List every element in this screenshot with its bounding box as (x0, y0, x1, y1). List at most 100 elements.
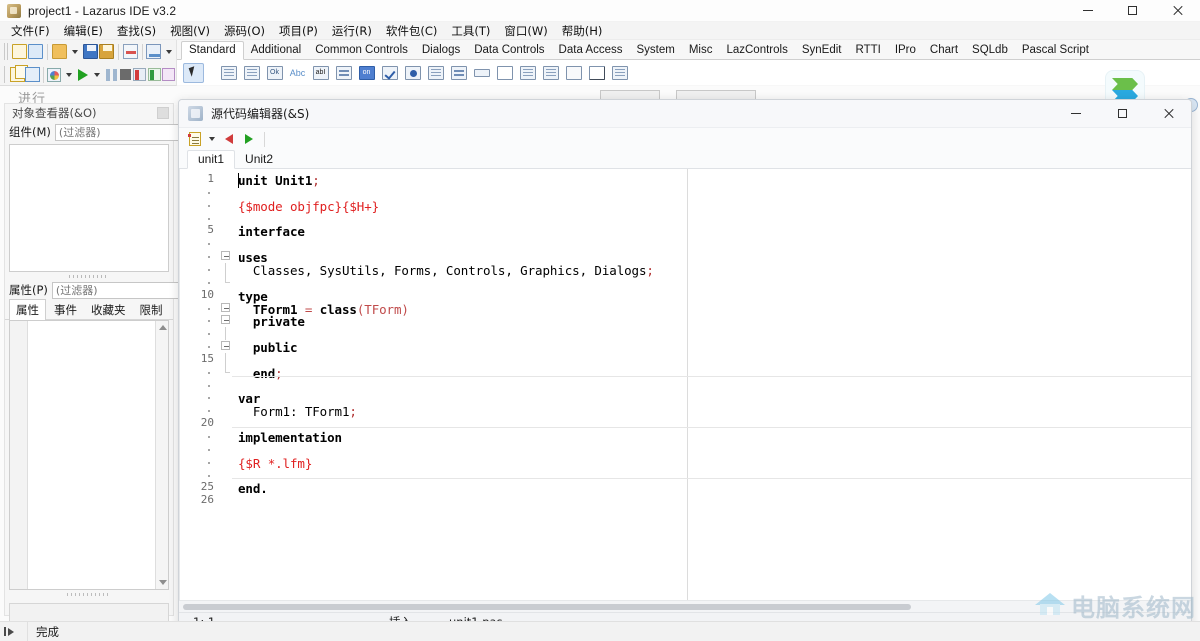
code-line[interactable]: end. (238, 481, 268, 496)
build-button[interactable] (47, 65, 61, 85)
editor-horizontal-scrollbar[interactable] (179, 600, 1191, 612)
menu-window[interactable]: 窗口(W) (497, 21, 554, 41)
scroll-up-icon[interactable] (159, 325, 167, 330)
menu-package[interactable]: 软件包(C) (379, 21, 445, 41)
stop-button[interactable] (118, 65, 132, 85)
scrollbar-thumb[interactable] (183, 604, 911, 610)
palette-tedit[interactable]: abI (310, 63, 331, 83)
source-editor-minimize-button[interactable] (1053, 100, 1099, 128)
palette-tactionlist[interactable] (609, 63, 630, 83)
code-line[interactable]: unit Unit1; (238, 173, 320, 188)
palette-tframe[interactable] (586, 63, 607, 83)
palette-tab-misc[interactable]: Misc (682, 42, 720, 59)
save-all-button[interactable] (98, 42, 115, 62)
component-tree-list[interactable] (9, 144, 169, 272)
palette-tmainmenu[interactable] (218, 63, 239, 83)
palette-pointer-tool[interactable] (183, 63, 204, 83)
palette-tab-data-controls[interactable]: Data Controls (467, 42, 551, 59)
maximize-button[interactable] (1110, 0, 1155, 22)
build-dropdown-icon[interactable] (66, 73, 72, 77)
new-form-button[interactable] (28, 42, 45, 62)
property-grid[interactable] (9, 320, 169, 590)
oi-tab-restricted[interactable]: 限制 (134, 300, 169, 320)
menu-edit[interactable]: 编辑(E) (57, 21, 110, 41)
step-into-button[interactable] (133, 65, 147, 85)
run-button[interactable] (76, 65, 90, 85)
bookmarks-button[interactable] (185, 130, 205, 149)
code-line[interactable]: Classes, SysUtils, Forms, Controls, Grap… (238, 263, 654, 278)
palette-tab-ipro[interactable]: IPro (888, 42, 923, 59)
open-dropdown-icon[interactable] (72, 50, 78, 54)
run-dropdown-icon[interactable] (94, 73, 100, 77)
menu-help[interactable]: 帮助(H) (555, 21, 610, 41)
code-line[interactable]: {$R *.lfm} (238, 456, 312, 471)
code-text-area[interactable]: unit Unit1;{$mode objfpc}{$H+}interfaceu… (232, 169, 1191, 600)
jump-back-button[interactable] (219, 130, 239, 149)
palette-tlabel[interactable]: Abc (287, 63, 308, 83)
property-grid-scrollbar[interactable] (155, 321, 168, 589)
palette-tab-rtti[interactable]: RTTI (848, 42, 887, 59)
palette-tradiobutton[interactable] (402, 63, 423, 83)
source-editor-close-button[interactable] (1145, 100, 1191, 128)
menu-run[interactable]: 运行(R) (325, 21, 379, 41)
code-folding-gutter[interactable] (218, 169, 232, 600)
palette-tcombobox[interactable] (448, 63, 469, 83)
palette-tab-synedit[interactable]: SynEdit (795, 42, 849, 59)
menu-file[interactable]: 文件(F) (4, 21, 57, 41)
palette-tradiogroup[interactable] (517, 63, 538, 83)
property-description-splitter[interactable] (5, 590, 173, 599)
oi-tab-events[interactable]: 事件 (48, 300, 83, 320)
code-line[interactable]: interface (238, 224, 305, 239)
jump-forward-button[interactable] (239, 130, 259, 149)
oi-tab-properties[interactable]: 属性 (9, 299, 46, 321)
palette-tbutton[interactable]: Ok (264, 63, 285, 83)
property-grid-values[interactable] (28, 321, 155, 589)
toolbar-grip[interactable] (4, 43, 8, 60)
save-button[interactable] (82, 42, 99, 62)
object-inspector-menu-button[interactable] (157, 107, 169, 119)
scroll-down-icon[interactable] (159, 580, 167, 585)
step-out-button[interactable] (162, 65, 176, 85)
code-line[interactable]: private (238, 314, 305, 329)
palette-tab-data-access[interactable]: Data Access (552, 42, 630, 59)
editor-tab-unit2[interactable]: Unit2 (235, 151, 283, 168)
view-units-button[interactable] (25, 65, 40, 85)
palette-tab-standard[interactable]: Standard (181, 41, 244, 60)
fold-collapse-icon[interactable] (221, 341, 230, 350)
fold-collapse-icon[interactable] (221, 251, 230, 260)
new-from-template-button[interactable] (10, 65, 25, 85)
palette-tmemo[interactable] (333, 63, 354, 83)
palette-tab-lazcontrols[interactable]: LazControls (719, 42, 794, 59)
code-line[interactable]: {$mode objfpc}{$H+} (238, 199, 379, 214)
view-form-dropdown-icon[interactable] (166, 50, 172, 54)
palette-tlistbox[interactable] (425, 63, 446, 83)
code-line[interactable]: end; (238, 366, 283, 381)
palette-tab-dialogs[interactable]: Dialogs (415, 42, 467, 59)
palette-tcheckbox[interactable] (379, 63, 400, 83)
code-line[interactable]: Form1: TForm1; (238, 404, 357, 419)
step-over-button[interactable] (147, 65, 161, 85)
code-line[interactable]: implementation (238, 430, 342, 445)
palette-tab-sqldb[interactable]: SQLdb (965, 42, 1015, 59)
palette-tab-additional[interactable]: Additional (244, 42, 309, 59)
palette-tab-chart[interactable]: Chart (923, 42, 965, 59)
palette-tab-system[interactable]: System (629, 42, 681, 59)
palette-tpopupmenu[interactable] (241, 63, 262, 83)
menu-search[interactable]: 查找(S) (110, 21, 163, 41)
close-button[interactable] (1155, 0, 1200, 22)
palette-tab-common-controls[interactable]: Common Controls (308, 42, 415, 59)
new-unit-button[interactable] (11, 42, 28, 62)
palette-tab-pascal-script[interactable]: Pascal Script (1015, 42, 1096, 59)
toggle-form-unit-button[interactable] (122, 42, 139, 62)
source-editor-maximize-button[interactable] (1099, 100, 1145, 128)
pause-button[interactable] (104, 65, 118, 85)
editor-tab-unit1[interactable]: unit1 (187, 150, 235, 169)
menu-tools[interactable]: 工具(T) (444, 21, 497, 41)
oi-tab-favorites[interactable]: 收藏夹 (85, 300, 132, 320)
palette-tcheckgroup[interactable] (540, 63, 561, 83)
minimize-button[interactable] (1065, 0, 1110, 22)
palette-ttogglebox[interactable]: on (356, 63, 377, 83)
bookmarks-dropdown-icon[interactable] (209, 137, 215, 141)
palette-tgroupbox[interactable] (494, 63, 515, 83)
toolbar-grip-2[interactable] (4, 66, 7, 83)
